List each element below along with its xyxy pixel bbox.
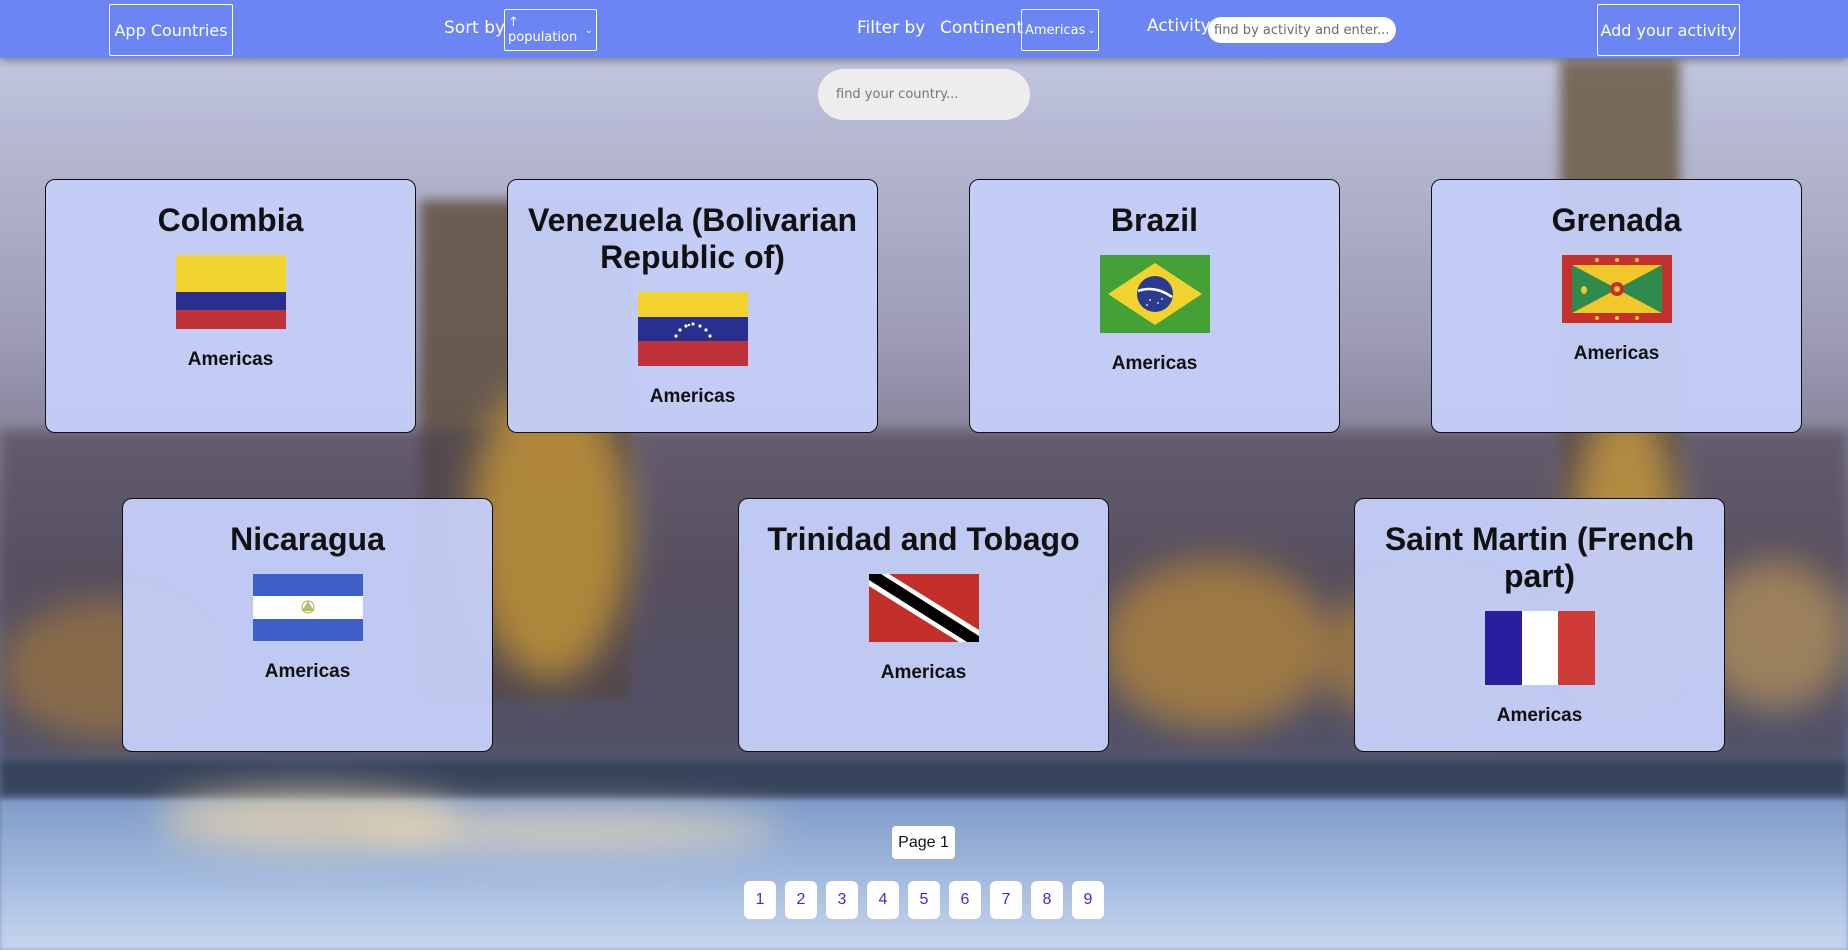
add-activity-button[interactable]: Add your activity [1597,4,1740,56]
continent-name: Americas [187,349,274,370]
background-photo [0,0,1848,950]
brazil-flag-icon [1099,255,1210,333]
continent-label: Continent [940,18,1024,38]
country-card[interactable]: Colombia Americas [45,179,416,433]
france-flag-icon [1484,611,1595,685]
continent-name: Americas [1496,705,1583,726]
activity-label: Activity [1147,16,1211,36]
chevron-down-icon: ⌄ [584,24,593,36]
country-name: Colombia [157,202,304,238]
continent-select[interactable]: Americas ⌄ [1021,9,1099,51]
sort-label: Sort by [444,18,506,38]
filter-label: Filter by [857,18,926,38]
current-page-label: Page 1 [892,826,955,859]
colombia-flag-icon [175,255,286,329]
top-navbar: App Countries Sort by ↑ population ⌄ Fil… [0,0,1848,58]
country-name: Saint Martin (French part) [1384,521,1695,594]
country-card[interactable]: Venezuela (Bolivarian Republic of) Ameri… [507,179,878,433]
country-card[interactable]: Nicaragua Americas [122,498,493,752]
continent-name: Americas [1573,343,1660,364]
nicaragua-flag-icon [252,574,363,641]
grenada-flag-icon [1561,255,1672,323]
country-name: Venezuela (Bolivarian Republic of) [527,202,857,275]
country-card[interactable]: Trinidad and Tobago Americas [738,498,1109,752]
continent-name: Americas [264,661,351,682]
page-button[interactable]: 9 [1072,881,1104,919]
pagination: 1 2 3 4 5 6 7 8 9 [744,881,1104,919]
sort-select[interactable]: ↑ population ⌄ [504,9,597,51]
page-button[interactable]: 7 [990,881,1022,919]
continent-select-value: Americas [1025,22,1086,38]
country-card[interactable]: Grenada Americas [1431,179,1802,433]
continent-name: Americas [880,662,967,683]
country-name: Nicaragua [230,521,385,557]
country-search-input[interactable]: find your country... [818,69,1030,120]
sort-select-value: ↑ population [508,15,578,45]
app-home-button[interactable]: App Countries [109,4,233,56]
page-button[interactable]: 1 [744,881,776,919]
page-button[interactable]: 6 [949,881,981,919]
country-name: Grenada [1551,202,1682,238]
page-button[interactable]: 2 [785,881,817,919]
chevron-down-icon: ⌄ [1087,24,1096,36]
country-card[interactable]: Saint Martin (French part) Americas [1354,498,1725,752]
page-button[interactable]: 5 [908,881,940,919]
continent-name: Americas [649,386,736,407]
activity-search-input[interactable]: find by activity and enter... [1208,17,1396,43]
page-button[interactable]: 4 [867,881,899,919]
page-button[interactable]: 8 [1031,881,1063,919]
country-card[interactable]: Brazil Americas [969,179,1340,433]
venezuela-flag-icon [637,292,748,366]
continent-name: Americas [1111,353,1198,374]
page-button[interactable]: 3 [826,881,858,919]
trinidad-tobago-flag-icon [868,574,979,642]
country-name: Trinidad and Tobago [767,521,1080,557]
country-name: Brazil [1110,202,1199,238]
